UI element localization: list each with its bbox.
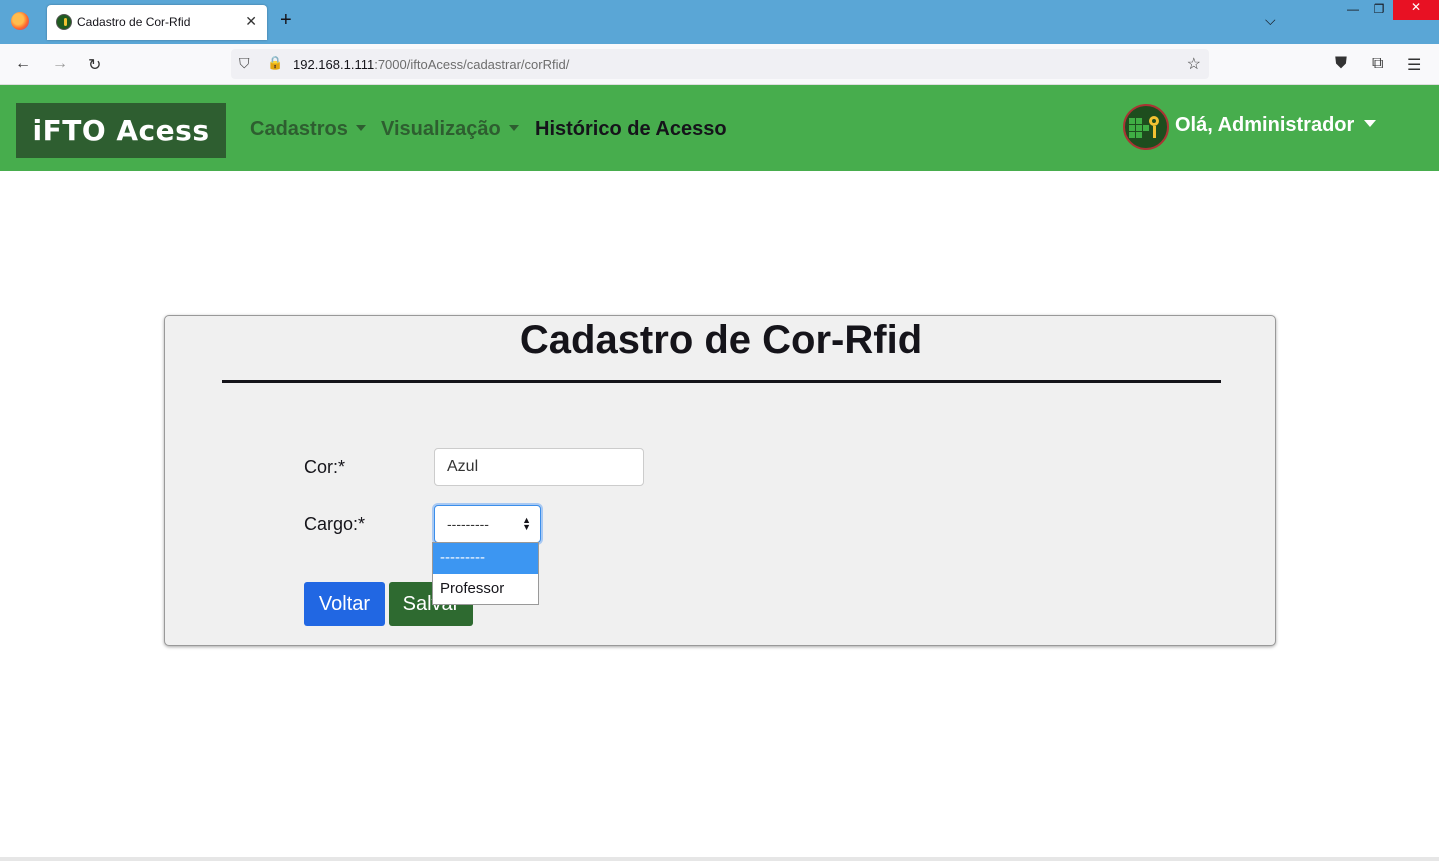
cargo-options-list: --------- Professor — [432, 542, 539, 605]
brand-logo[interactable]: iFTO Acess — [16, 103, 226, 158]
forward-icon[interactable]: → — [52, 55, 68, 73]
cargo-label: Cargo:* — [304, 514, 366, 534]
site-navbar: iFTO Acess Cadastros Visualização Histór… — [0, 85, 1439, 171]
caret-down-icon — [508, 125, 519, 131]
caret-down-icon — [1364, 120, 1377, 127]
back-button[interactable]: Voltar — [304, 582, 385, 626]
page-title: Cadastro de Cor-Rfid — [519, 318, 923, 362]
caret-down-icon — [355, 125, 366, 131]
pocket-icon[interactable]: ⛊ — [1335, 55, 1347, 73]
back-icon[interactable]: ← — [15, 55, 31, 73]
shield-icon[interactable]: ⛉ — [239, 55, 250, 72]
restore-icon[interactable]: ❐ — [1364, 2, 1394, 20]
menu-cadastros[interactable]: Cadastros — [250, 118, 366, 141]
browser-tab[interactable]: Cadastro de Cor-Rfid ✕ — [47, 5, 267, 40]
cor-input[interactable]: Azul — [434, 448, 644, 486]
tab-title: Cadastro de Cor-Rfid — [77, 15, 191, 29]
lock-icon[interactable]: 🔒 — [267, 55, 283, 71]
form-card: Cadastro de Cor-Rfid Cor:* Azul Cargo:* … — [164, 315, 1276, 646]
menu-visualizacao[interactable]: Visualização — [381, 118, 519, 141]
reload-icon[interactable]: ↻ — [88, 55, 101, 75]
menu-cadastros-label: Cadastros — [250, 118, 348, 140]
avatar[interactable] — [1123, 104, 1169, 150]
firefox-icon[interactable] — [11, 12, 29, 30]
page-bottom-divider — [0, 857, 1439, 861]
url-bar[interactable]: ⛉ 🔒 192.168.1.111:7000/iftoAcess/cadastr… — [231, 49, 1209, 79]
url-text[interactable]: 192.168.1.111:7000/iftoAcess/cadastrar/c… — [293, 57, 569, 72]
menu-historico[interactable]: Histórico de Acesso — [535, 118, 727, 141]
star-icon[interactable]: ☆ — [1187, 54, 1201, 74]
browser-tab-bar: Cadastro de Cor-Rfid ✕ + ⌵ — ❐ ✕ — [0, 0, 1439, 44]
cargo-select-value: --------- — [447, 516, 489, 532]
new-tab-icon[interactable]: + — [280, 9, 292, 32]
window-close-icon[interactable]: ✕ — [1393, 0, 1439, 20]
user-menu[interactable]: Olá, Administrador — [1175, 114, 1377, 137]
cargo-select[interactable]: --------- ▲ ▼ — [434, 505, 541, 543]
menu-visualizacao-label: Visualização — [381, 118, 501, 140]
user-greeting: Olá, Administrador — [1175, 114, 1355, 136]
select-arrows-icon: ▲ ▼ — [522, 515, 531, 532]
tab-favicon-icon — [56, 14, 72, 30]
extensions-icon[interactable]: ⧉ — [1372, 55, 1383, 73]
tab-close-icon[interactable]: ✕ — [245, 13, 257, 30]
tab-list-chevron-icon[interactable]: ⌵ — [1265, 12, 1276, 29]
cargo-option[interactable]: --------- — [433, 543, 538, 574]
cargo-option[interactable]: Professor — [433, 574, 538, 605]
menu-icon[interactable]: ☰ — [1407, 55, 1421, 75]
key-icon — [1149, 116, 1159, 126]
title-divider — [222, 380, 1221, 383]
cor-label: Cor:* — [304, 457, 346, 477]
browser-toolbar: ← → ↻ ⛉ 🔒 192.168.1.111:7000/iftoAcess/c… — [0, 44, 1439, 85]
